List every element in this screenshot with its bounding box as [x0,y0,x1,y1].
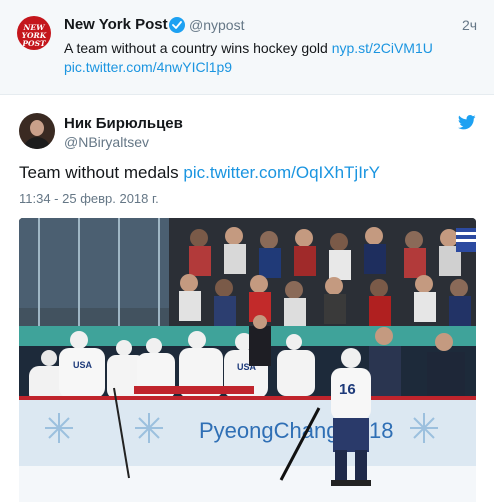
avatar-face [30,120,44,136]
quoted-author-handle[interactable]: @nypost [189,17,244,33]
verified-icon [169,17,185,33]
nypost-logo-text: NEW YORK POST [21,23,47,48]
author-name[interactable]: Ник Бирюльцев [64,115,183,132]
quoted-tweet-link[interactable]: nyp.st/2CiVM1U [332,40,433,56]
tweet-photo[interactable]: USA USA PyeongChang 2018 16 [19,218,476,502]
author-avatar[interactable] [19,113,55,149]
jersey-number: 16 [339,381,356,398]
quoted-tweet-pic-link[interactable]: pic.twitter.com/4nwYICl1p9 [64,59,232,75]
tweet-body: Team without medals [19,163,179,182]
avatar-shoulders [23,137,51,149]
nypost-avatar[interactable]: NEW YORK POST [17,16,51,50]
tweet-timestamp[interactable]: 11:34 - 25 февр. 2018 г. [19,191,159,206]
quoted-tweet-text: A team without a country wins hockey gol… [64,39,484,77]
tweet-pic-link[interactable]: pic.twitter.com/OqIXhTjIrY [183,163,380,182]
hockey-photo: USA USA PyeongChang 2018 16 [19,218,476,502]
tweet-text: Team without medals pic.twitter.com/OqIX… [19,163,380,183]
quoted-author-name[interactable]: New York Post [64,16,168,33]
author-handle[interactable]: @NBiryaltsev [64,134,149,150]
quoted-tweet[interactable]: NEW YORK POST New York Post @nypost 2ч A… [0,0,494,95]
jersey-text-1: USA [73,360,93,370]
twitter-bird-icon[interactable] [457,115,476,135]
quoted-tweet-time[interactable]: 2ч [462,17,477,33]
quoted-tweet-body: A team without a country wins hockey gol… [64,40,328,56]
